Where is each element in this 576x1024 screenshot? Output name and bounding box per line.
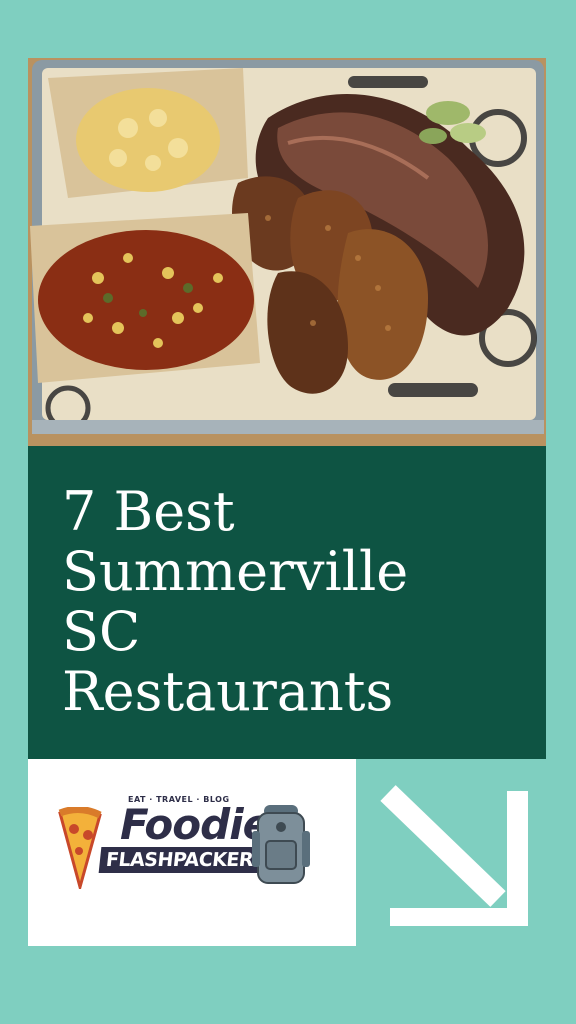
backpack-icon	[252, 805, 310, 884]
title-panel: 7 Best Summerville SC Restaurants	[28, 446, 546, 759]
arrow-down-right-icon[interactable]	[378, 781, 528, 926]
logo-panel[interactable]: EAT · TRAVEL · BLOG Foodie FLASHPACKER	[28, 759, 356, 946]
logo-name-bottom: FLASHPACKER	[98, 847, 261, 873]
arrow-panel[interactable]	[356, 759, 546, 946]
bbq-plate-illustration	[28, 58, 546, 446]
food-photo	[28, 58, 546, 446]
logo-name-top: Foodie	[120, 800, 271, 849]
pizza-icon	[58, 807, 102, 889]
pin-title: 7 Best Summerville SC Restaurants	[62, 480, 409, 723]
